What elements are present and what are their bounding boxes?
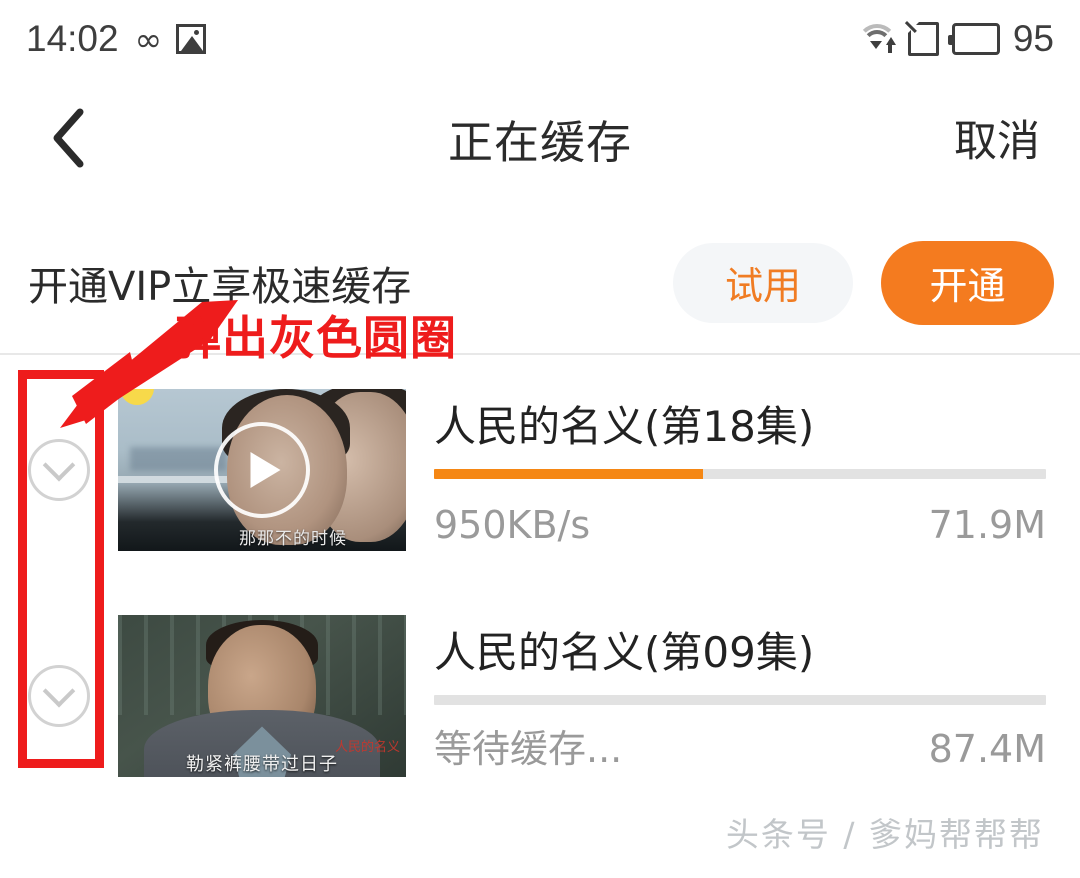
- thumbnail-image: 人民的名义 勒紧裤腰带过日子: [118, 615, 406, 777]
- progress-bar-fill: [434, 469, 704, 479]
- list-item[interactable]: 人民的名义 勒紧裤腰带过日子 人民的名义(第09集) 等待缓存... 87.4M: [0, 583, 1080, 809]
- status-bar-left: 14:02 ∞: [26, 18, 207, 60]
- thumbnail-watermark: 人民的名义: [334, 740, 400, 755]
- circle-chevron-down-icon: [28, 439, 90, 501]
- download-status: 等待缓存...: [434, 727, 623, 771]
- vip-banner: 开通VIP立享极速缓存 试用 开通: [0, 212, 1080, 355]
- thumbnail-subtitle: 勒紧裤腰带过日子: [186, 754, 338, 775]
- video-thumbnail[interactable]: 那那不的时候: [118, 389, 406, 551]
- infinity-icon: ∞: [134, 19, 162, 59]
- circle-chevron-down-icon: [28, 665, 90, 727]
- wifi-icon: [856, 24, 897, 54]
- image-icon: [176, 24, 207, 54]
- download-speed: 950KB/s: [434, 503, 591, 547]
- thumbnail-subtitle: 那那不的时候: [238, 529, 347, 549]
- status-time: 14:02: [26, 18, 119, 59]
- video-thumbnail[interactable]: 人民的名义 勒紧裤腰带过日子: [118, 615, 406, 777]
- trial-button[interactable]: 试用: [673, 242, 853, 323]
- play-icon[interactable]: [214, 422, 310, 518]
- battery-level: 95: [1012, 18, 1054, 59]
- progress-bar: [434, 469, 1046, 479]
- battery-icon: [947, 23, 1000, 55]
- download-list: 那那不的时候 人民的名义(第18集) 950KB/s 71.9M 人民的名义 勒…: [0, 357, 1080, 809]
- annotation-label: 弹出灰色圆圈: [175, 311, 457, 365]
- download-info: 人民的名义(第09集) 等待缓存... 87.4M: [434, 615, 1046, 777]
- activate-vip-button[interactable]: 开通: [881, 240, 1054, 325]
- page-title: 正在缓存: [447, 115, 632, 169]
- status-bar-right: 95: [856, 18, 1054, 60]
- phone-screen: 14:02 ∞ 95 正在缓存 取消 开通VIP立享极速缓存 试用 开通 那那不…: [0, 0, 1080, 878]
- download-meta: 等待缓存... 87.4M: [434, 718, 1046, 773]
- sd-card-icon: [907, 22, 939, 56]
- download-select-toggle[interactable]: [0, 665, 118, 727]
- download-title: 人民的名义(第18集): [434, 402, 815, 451]
- navigation-bar: 正在缓存 取消: [0, 78, 1080, 198]
- list-item[interactable]: 那那不的时候 人民的名义(第18集) 950KB/s 71.9M: [0, 357, 1080, 583]
- cancel-button[interactable]: 取消: [954, 107, 1040, 169]
- download-title: 人民的名义(第09集): [434, 628, 815, 677]
- vip-banner-actions: 试用 开通: [673, 240, 1054, 325]
- download-size: 87.4M: [928, 727, 1046, 771]
- download-size: 71.9M: [928, 503, 1046, 547]
- download-meta: 950KB/s 71.9M: [434, 503, 1046, 547]
- status-bar: 14:02 ∞ 95: [0, 0, 1080, 78]
- download-select-toggle[interactable]: [0, 439, 118, 501]
- download-info: 人民的名义(第18集) 950KB/s 71.9M: [434, 389, 1046, 551]
- progress-bar: [434, 695, 1046, 705]
- source-watermark: 头条号 / 爹妈帮帮帮: [725, 815, 1044, 854]
